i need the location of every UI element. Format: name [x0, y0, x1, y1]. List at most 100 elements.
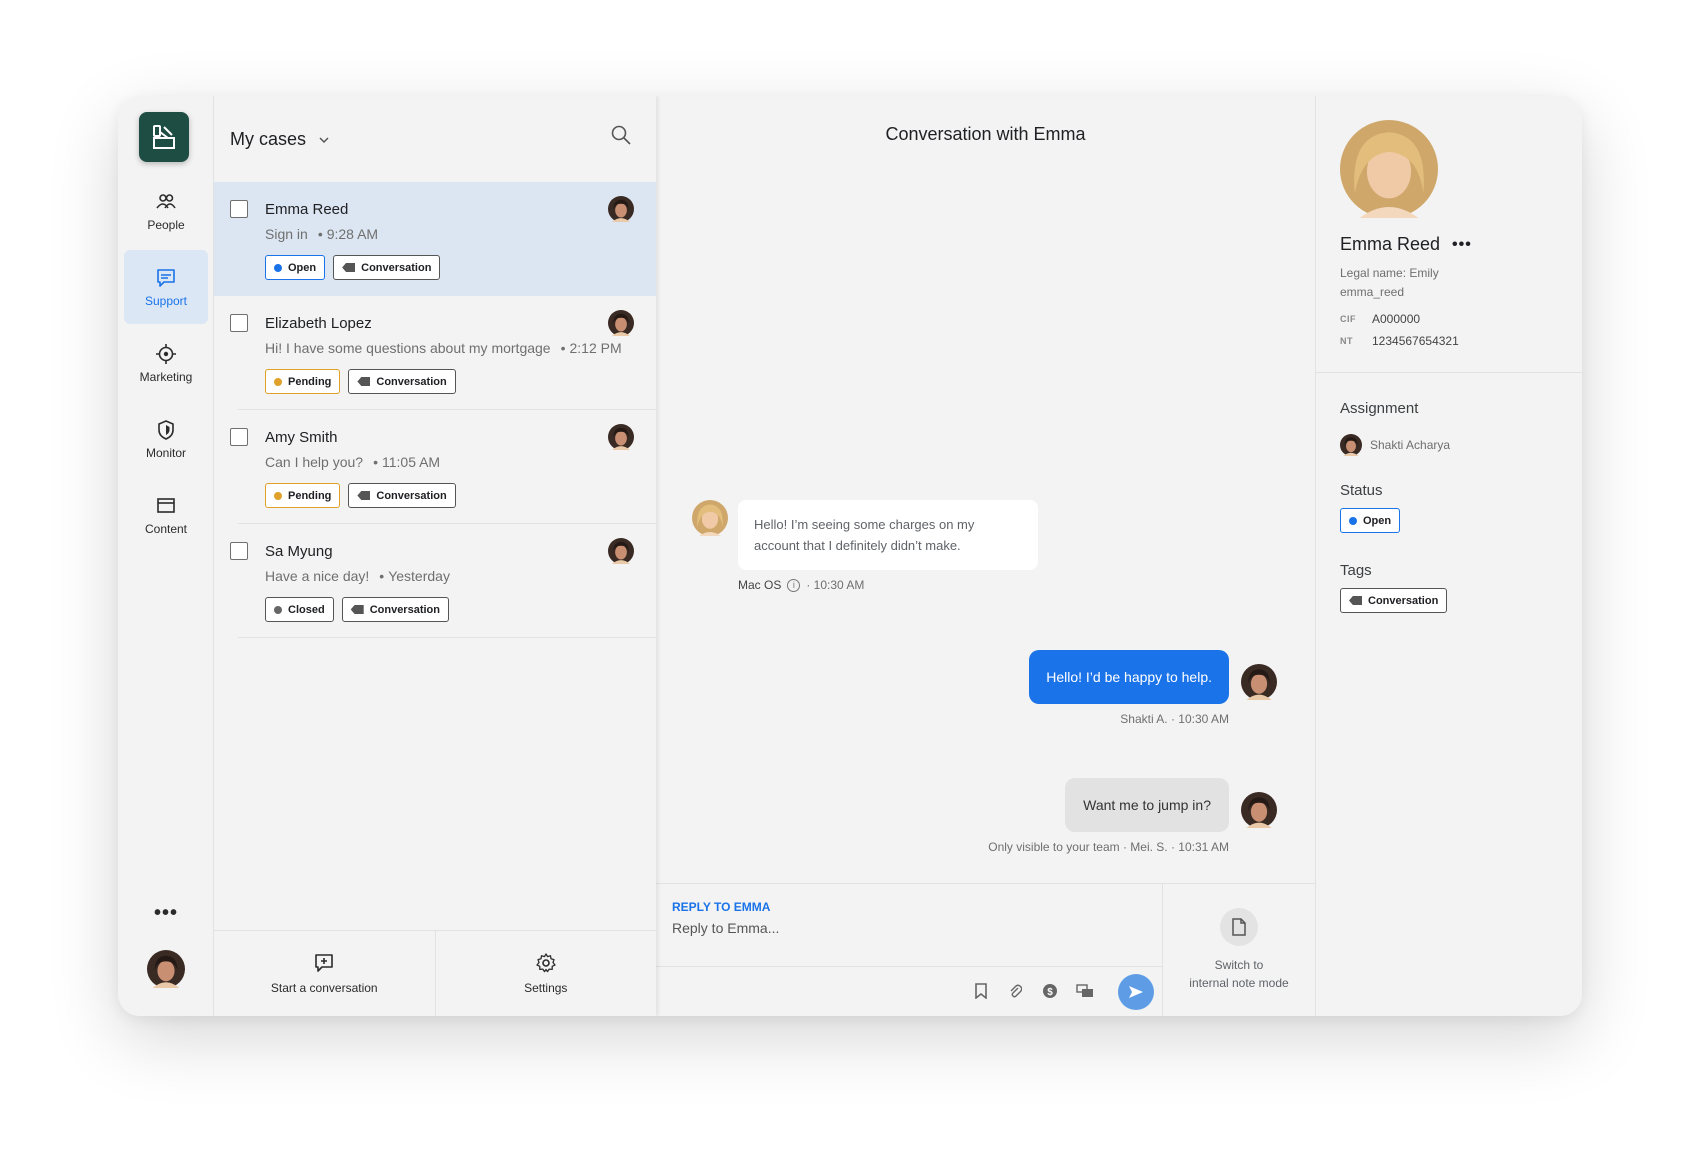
composer-toolbar: $: [656, 966, 1162, 1016]
case-checkbox[interactable]: [230, 314, 248, 332]
profile-name-row: Emma Reed •••: [1340, 234, 1472, 255]
case-preview: Can I help you? • 11:05 AM: [265, 454, 441, 470]
support-chat-icon: [157, 268, 175, 287]
attachment-icon[interactable]: [1006, 982, 1024, 1000]
profile-more-icon[interactable]: •••: [1452, 236, 1472, 254]
window-icon: [157, 497, 175, 513]
case-preview-text: Hi! I have some questions about my mortg…: [265, 340, 551, 356]
case-time: 11:05 AM: [381, 454, 441, 470]
internal-note-message: Want me to jump in?: [1065, 778, 1229, 832]
outgoing-message: Hello! I’d be happy to help.: [1029, 650, 1229, 704]
document-icon: [1220, 908, 1258, 946]
internal-note-label: Switch to internal note mode: [1189, 956, 1288, 992]
internal-note-toggle[interactable]: Switch to internal note mode: [1163, 884, 1315, 1016]
start-conversation-label: Start a conversation: [270, 981, 378, 995]
case-row[interactable]: Amy Smith Can I help you? • 11:05 AM Pendi…: [230, 410, 656, 524]
payment-icon[interactable]: $: [1041, 982, 1059, 1000]
case-name: Elizabeth Lopez: [265, 315, 372, 332]
people-icon: [156, 193, 176, 209]
case-time: Yesterday: [388, 568, 450, 584]
case-time: 2:12 PM: [569, 340, 622, 356]
case-tags: Pending Conversation: [265, 369, 456, 394]
tag-icon: [1349, 596, 1362, 605]
case-checkbox[interactable]: [230, 428, 248, 446]
status-badge: Closed: [265, 597, 334, 622]
case-preview: Hi! I have some questions about my mortg…: [265, 340, 622, 356]
internal-note-label-line1: Switch to: [1214, 958, 1264, 972]
svg-text:$: $: [1047, 987, 1053, 998]
new-chat-icon: [315, 954, 334, 972]
nav-label-content: Content: [144, 521, 188, 536]
cases-title[interactable]: My cases: [230, 129, 306, 150]
case-name: Emma Reed: [265, 201, 349, 218]
profile-avatar: [1340, 120, 1438, 218]
assignee-avatar: [608, 538, 634, 564]
reply-input[interactable]: [672, 920, 1092, 936]
profile-field: CIF A000000: [1340, 312, 1420, 326]
case-tags: Pending Conversation: [265, 483, 456, 508]
conversation-title: Conversation with Emma: [885, 124, 1086, 144]
nav-item-monitor[interactable]: Monitor: [124, 402, 208, 476]
tag-badge: Conversation: [348, 369, 456, 394]
canned-responses-icon[interactable]: [1076, 982, 1094, 1000]
user-avatar[interactable]: [147, 950, 185, 988]
search-icon[interactable]: [610, 124, 632, 146]
chevron-down-icon[interactable]: [318, 136, 330, 144]
case-row[interactable]: Sa Myung Have a nice day! • Yesterday Clos…: [230, 524, 656, 638]
status-badge-label: Pending: [288, 375, 332, 388]
nav-rail: People Support Marketing Monitor Content…: [118, 96, 214, 1016]
nav-item-people[interactable]: People: [124, 174, 208, 248]
nav-item-support[interactable]: Support: [124, 250, 208, 324]
nav-label-monitor: Monitor: [145, 445, 186, 460]
assignee-avatar: [1340, 434, 1362, 456]
tag-badge: Conversation: [333, 255, 441, 280]
case-preview-text: Can I help you?: [265, 454, 364, 470]
assignee-avatar: [608, 310, 634, 336]
profile-status-badge[interactable]: Open: [1340, 508, 1401, 533]
case-row[interactable]: Elizabeth Lopez Hi! I have some question…: [230, 296, 656, 410]
settings-button[interactable]: Settings: [434, 931, 657, 1016]
field-key: CIF: [1340, 314, 1356, 324]
customer-avatar: [692, 500, 728, 536]
send-button[interactable]: [1118, 974, 1154, 1010]
start-conversation-button[interactable]: Start a conversation: [214, 931, 435, 1016]
status-badge-label: Closed: [288, 603, 325, 616]
app-window: People Support Marketing Monitor Content…: [118, 96, 1582, 1016]
case-list-footer: Start a conversation Settings: [214, 930, 656, 1016]
bookmark-icon[interactable]: [972, 982, 990, 1000]
case-preview-text: Sign in: [265, 226, 308, 242]
status-badge: Pending: [265, 483, 341, 508]
tag-badge-label: Conversation: [376, 375, 447, 388]
teammate-avatar: [1241, 792, 1277, 828]
internal-note-label-line2: internal note mode: [1189, 976, 1289, 990]
gear-icon: [536, 953, 556, 973]
case-row[interactable]: Emma Reed Sign in • 9:28 AM Open Conversat…: [214, 182, 656, 296]
case-preview: Sign in • 9:28 AM: [265, 226, 379, 242]
logo-icon: [153, 125, 175, 149]
incoming-time: · 10:30 AM: [806, 578, 865, 592]
case-name: Amy Smith: [265, 429, 338, 446]
tag-badge-label: Conversation: [361, 261, 432, 274]
nav-item-marketing[interactable]: Marketing: [124, 326, 208, 400]
case-tags: Open Conversation: [265, 255, 441, 280]
case-checkbox[interactable]: [230, 542, 248, 560]
nav-label-marketing: Marketing: [139, 369, 193, 384]
status-heading: Status: [1340, 482, 1383, 499]
info-icon[interactable]: i: [787, 578, 801, 592]
profile-tag-label: Conversation: [1368, 594, 1439, 607]
status-badge: Pending: [265, 369, 341, 394]
legal-name: Legal name: Emily: [1340, 266, 1439, 280]
nav-item-content[interactable]: Content: [124, 478, 208, 552]
brand-logo[interactable]: [139, 112, 189, 162]
tag-icon: [342, 263, 356, 272]
assignee[interactable]: Shakti Acharya: [1340, 434, 1450, 456]
case-preview-text: Have a nice day!: [265, 568, 370, 584]
profile-name: Emma Reed: [1340, 234, 1441, 254]
case-checkbox[interactable]: [230, 200, 248, 218]
profile-tag-badge[interactable]: Conversation: [1340, 588, 1448, 613]
assignee-name: Shakti Acharya: [1370, 438, 1451, 452]
tag-icon: [357, 491, 371, 500]
more-menu-icon[interactable]: •••: [118, 902, 214, 925]
status-badge-label: Pending: [288, 489, 332, 502]
field-value: 1234567654321: [1372, 334, 1459, 348]
